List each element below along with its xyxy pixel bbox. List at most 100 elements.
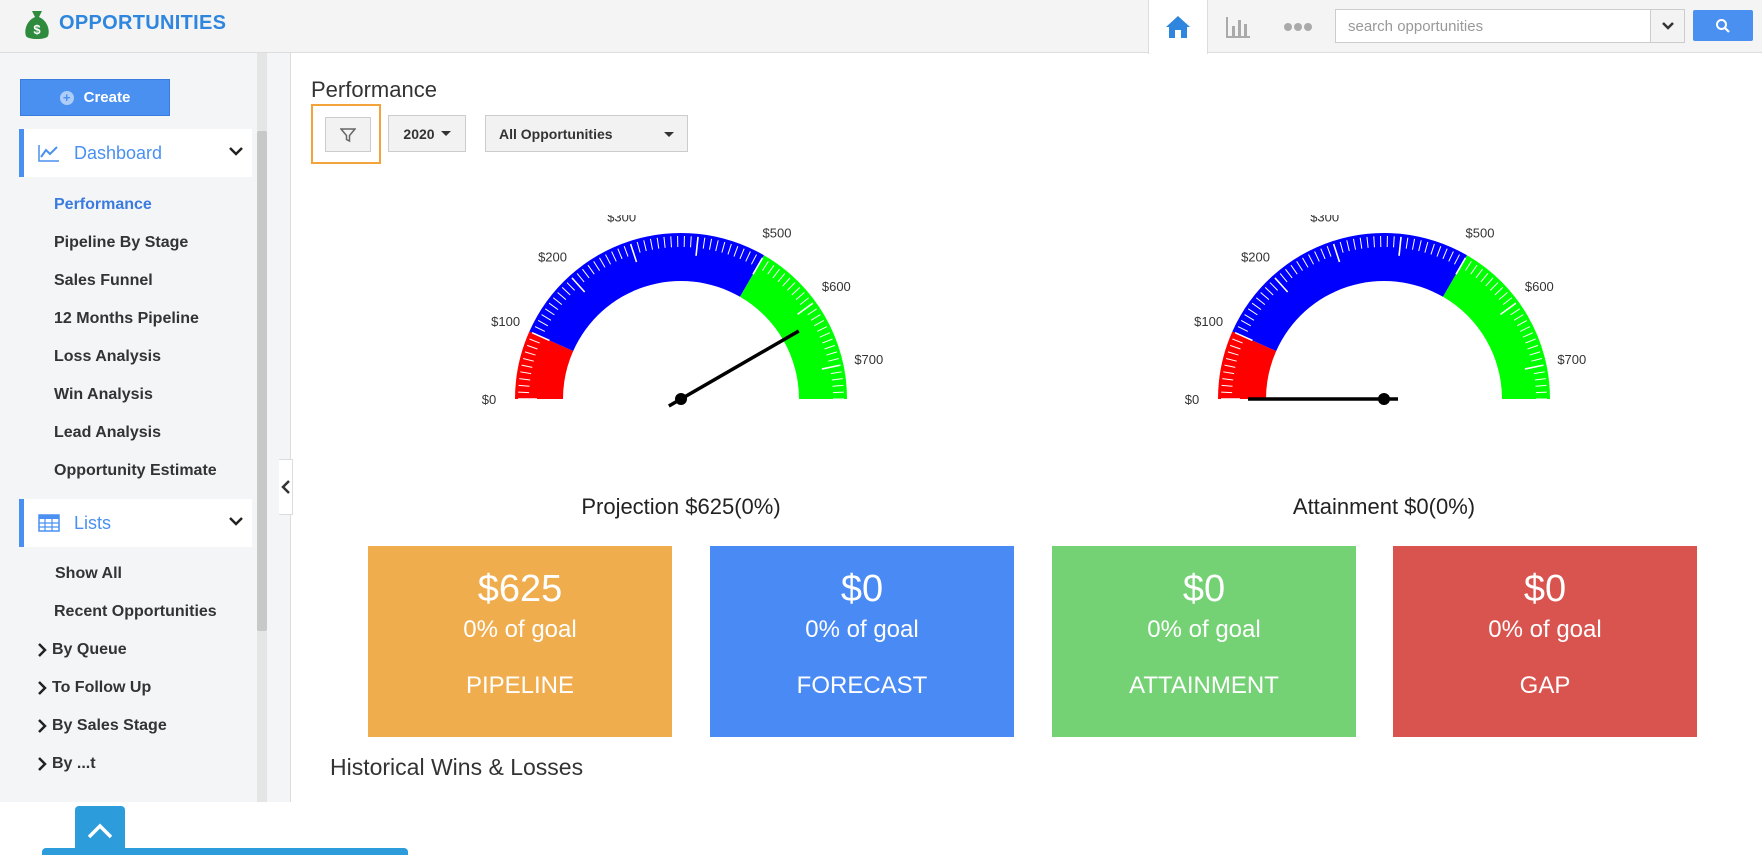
search-box	[1335, 9, 1685, 43]
kpi-goal: 0% of goal	[368, 616, 672, 644]
tree-label: By ...t	[52, 755, 96, 773]
sidebar: + Create Dashboard Performance Pipeline …	[0, 53, 291, 802]
gauge-tick-label: $300	[1310, 215, 1339, 224]
chevron-right-icon	[36, 757, 52, 771]
kpi-goal: 0% of goal	[1052, 616, 1356, 644]
sidebar-collapse-button[interactable]	[279, 459, 293, 515]
header-nav	[1148, 0, 1328, 53]
sidebar-item-performance[interactable]: Performance	[54, 196, 152, 214]
sidebar-item-pipeline-by-stage[interactable]: Pipeline By Stage	[54, 234, 188, 252]
page-title: Performance	[311, 77, 437, 103]
gauge-tick-label: $700	[854, 352, 883, 367]
opportunity-filter-value: All Opportunities	[499, 126, 613, 142]
kpi-goal: 0% of goal	[710, 616, 1014, 644]
sidebar-tree-to-follow-up[interactable]: To Follow Up	[36, 679, 151, 697]
line-chart-icon	[38, 144, 60, 162]
sidebar-section-label: Dashboard	[74, 143, 162, 164]
gauge-tick	[1374, 236, 1375, 247]
attainment-gauge-caption: Attainment $0(0%)	[1184, 494, 1584, 520]
kpi-name: ATTAINMENT	[1052, 672, 1356, 700]
historical-wins-losses-title: Historical Wins & Losses	[330, 754, 583, 781]
chevron-right-icon	[36, 719, 52, 733]
sidebar-scrollbar-thumb[interactable]	[257, 131, 267, 631]
chevron-left-icon	[281, 480, 291, 494]
gauge-needle	[669, 331, 799, 406]
kpi-value: $625	[368, 568, 672, 611]
gauge-tick-label: $600	[822, 279, 851, 294]
sidebar-item-12-months-pipeline[interactable]: 12 Months Pipeline	[54, 310, 199, 328]
sidebar-tree-partial[interactable]: By ...t	[36, 755, 96, 773]
chevron-up-icon	[86, 822, 114, 840]
sidebar-item-recent-opportunities[interactable]: Recent Opportunities	[54, 603, 217, 621]
search-input[interactable]	[1336, 10, 1648, 42]
gauge-tick-label: $0	[1185, 392, 1199, 407]
more-icon	[1283, 22, 1313, 32]
chevron-right-icon	[36, 681, 52, 695]
sidebar-section-label: Lists	[74, 513, 111, 534]
kpi-name: PIPELINE	[368, 672, 672, 700]
kpi-card-gap[interactable]: $0 0% of goal GAP	[1393, 546, 1697, 737]
reports-nav-button[interactable]	[1208, 0, 1268, 53]
projection-gauge: $0 $100 $200 $300 $400 $500 $600 $700	[451, 215, 911, 445]
sidebar-item-lead-analysis[interactable]: Lead Analysis	[54, 424, 161, 442]
gauge-tick-label: $0	[482, 392, 496, 407]
gauge-tick-label: $500	[1466, 226, 1495, 241]
home-nav-button[interactable]	[1148, 0, 1208, 54]
kpi-value: $0	[1393, 568, 1697, 611]
projection-gauge-caption: Projection $625(0%)	[481, 494, 881, 520]
sidebar-item-opportunity-estimate[interactable]: Opportunity Estimate	[54, 462, 217, 480]
app-title[interactable]: OPPORTUNITIES	[59, 12, 226, 35]
gauge-tick-label: $500	[763, 226, 792, 241]
gauge-tick-label: $700	[1557, 352, 1586, 367]
filter-highlight	[311, 104, 381, 164]
gauge-band	[1443, 255, 1550, 399]
kpi-card-pipeline[interactable]: $625 0% of goal PIPELINE	[368, 546, 672, 737]
kpi-value: $0	[710, 568, 1014, 611]
gauge-tick	[691, 236, 692, 247]
chevron-down-icon	[228, 145, 244, 157]
year-select-value: 2020	[403, 126, 434, 142]
svg-text:$: $	[33, 22, 41, 37]
gauge-tick-label: $300	[607, 215, 636, 224]
opportunity-filter-select[interactable]: All Opportunities	[485, 115, 688, 152]
sidebar-item-show-all[interactable]: Show All	[55, 565, 122, 583]
year-select[interactable]: 2020	[388, 115, 466, 152]
sidebar-item-loss-analysis[interactable]: Loss Analysis	[54, 348, 161, 366]
plus-circle-icon: +	[60, 91, 74, 105]
search-dropdown-button[interactable]	[1650, 10, 1684, 42]
gauge-tick-label: $100	[491, 314, 520, 329]
sidebar-item-win-analysis[interactable]: Win Analysis	[54, 386, 153, 404]
search-icon	[1715, 18, 1731, 34]
tree-label: By Sales Stage	[52, 717, 167, 735]
gauge-tick-label: $600	[1525, 279, 1554, 294]
gauge-band	[740, 255, 847, 399]
sidebar-section-dashboard[interactable]: Dashboard	[19, 129, 252, 177]
gauge-tick-label: $200	[1241, 249, 1270, 264]
bottom-toolbar[interactable]	[42, 848, 408, 855]
kpi-value: $0	[1052, 568, 1356, 611]
caret-down-icon	[664, 132, 674, 137]
gauge-tick	[1394, 236, 1395, 247]
sidebar-tree-by-sales-stage[interactable]: By Sales Stage	[36, 717, 167, 735]
gauge-tick-label: $400	[1390, 215, 1419, 216]
gauge-needle-pivot	[675, 393, 687, 405]
chevron-right-icon	[36, 643, 52, 657]
gauge-needle-pivot	[1378, 393, 1390, 405]
bar-chart-icon	[1224, 14, 1252, 40]
search-button[interactable]	[1693, 10, 1753, 41]
kpi-card-forecast[interactable]: $0 0% of goal FORECAST	[710, 546, 1014, 737]
kpi-goal: 0% of goal	[1393, 616, 1697, 644]
gauge-tick-label: $400	[687, 215, 716, 216]
sidebar-tree-by-queue[interactable]: By Queue	[36, 641, 127, 659]
sidebar-item-sales-funnel[interactable]: Sales Funnel	[54, 272, 153, 290]
caret-down-icon	[441, 131, 451, 136]
gauge-tick-label: $100	[1194, 314, 1223, 329]
more-nav-button[interactable]	[1268, 0, 1328, 53]
filter-button[interactable]	[325, 117, 371, 152]
gauge-tick-label: $200	[538, 249, 567, 264]
kpi-card-attainment[interactable]: $0 0% of goal ATTAINMENT	[1052, 546, 1356, 737]
tree-label: By Queue	[52, 641, 127, 659]
attainment-gauge: $0 $100 $200 $300 $400 $500 $600 $700	[1154, 215, 1614, 445]
create-button[interactable]: + Create	[20, 79, 170, 116]
sidebar-section-lists[interactable]: Lists	[19, 499, 252, 547]
